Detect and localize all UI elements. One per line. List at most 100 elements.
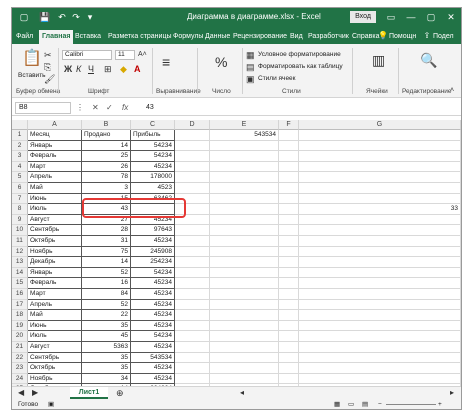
- cell-c10[interactable]: 97643: [131, 225, 175, 236]
- cell-f16[interactable]: [279, 289, 299, 300]
- cell-a3[interactable]: Февраль: [28, 151, 82, 162]
- cell-f23[interactable]: [279, 363, 299, 374]
- add-sheet-icon[interactable]: ⊕: [116, 388, 124, 398]
- cell-g12[interactable]: [299, 246, 461, 258]
- cell-c14[interactable]: 54234: [131, 267, 175, 279]
- cell-d11[interactable]: [175, 236, 210, 247]
- row-header[interactable]: 5: [12, 172, 28, 183]
- tab-assistant[interactable]: Помощн: [389, 30, 416, 44]
- cell-f17[interactable]: [279, 299, 299, 311]
- cell-e1[interactable]: 543534: [210, 130, 279, 141]
- cell-d23[interactable]: [175, 363, 210, 374]
- cell-c20[interactable]: 54234: [131, 331, 175, 342]
- cell-e8[interactable]: [210, 204, 279, 215]
- find-icon[interactable]: 🔍: [420, 52, 437, 68]
- cell-b17[interactable]: 52: [82, 299, 131, 311]
- cell-g6[interactable]: [299, 183, 461, 194]
- cell-b20[interactable]: 45: [82, 331, 131, 342]
- tab-file[interactable]: Файл: [16, 30, 33, 44]
- cell-c4[interactable]: 45234: [131, 161, 175, 173]
- row-header[interactable]: 20: [12, 331, 28, 342]
- cell-a7[interactable]: Июнь: [28, 193, 82, 205]
- cell-e12[interactable]: [210, 246, 279, 258]
- horizontal-scroll-icon[interactable]: ▸: [450, 388, 454, 398]
- cell-e15[interactable]: [210, 278, 279, 289]
- cell-f8[interactable]: [279, 204, 299, 215]
- cell-e20[interactable]: [210, 331, 279, 342]
- fx-icon[interactable]: fx: [122, 103, 128, 113]
- cell-g24[interactable]: [299, 373, 461, 385]
- cell-b24[interactable]: 34: [82, 373, 131, 385]
- cell-b3[interactable]: 25: [82, 151, 131, 162]
- cell-f4[interactable]: [279, 161, 299, 173]
- cell-g1[interactable]: [299, 130, 461, 141]
- cell-f13[interactable]: [279, 257, 299, 268]
- cell-e19[interactable]: [210, 320, 279, 332]
- macro-record-icon[interactable]: ▣: [48, 399, 54, 409]
- cell-e5[interactable]: [210, 172, 279, 183]
- row-header[interactable]: 3: [12, 151, 28, 162]
- cell-c3[interactable]: 54234: [131, 151, 175, 162]
- cell-c24[interactable]: 45234: [131, 373, 175, 385]
- row-header[interactable]: 7: [12, 193, 28, 205]
- cell-e2[interactable]: [210, 140, 279, 152]
- cell-d18[interactable]: [175, 310, 210, 321]
- bold-icon[interactable]: Ж: [64, 64, 72, 74]
- cell-c18[interactable]: 45234: [131, 310, 175, 321]
- cell-e14[interactable]: [210, 267, 279, 279]
- cell-b13[interactable]: 14: [82, 257, 131, 268]
- prev-sheet-icon[interactable]: ◀: [18, 388, 24, 398]
- name-box[interactable]: B8: [15, 102, 71, 114]
- cell-c5[interactable]: 178000: [131, 172, 175, 183]
- conditional-formatting-button[interactable]: Условное форматирование: [258, 51, 341, 58]
- autosave-icon[interactable]: ▢: [18, 11, 30, 23]
- horizontal-scroll-icon[interactable]: ◂: [240, 388, 244, 398]
- cell-a24[interactable]: Ноябрь: [28, 373, 82, 385]
- paste-button[interactable]: Вставить: [18, 72, 46, 79]
- row-header[interactable]: 11: [12, 236, 28, 247]
- cell-b1[interactable]: Продано: [82, 130, 131, 141]
- cell-a11[interactable]: Октябрь: [28, 236, 82, 247]
- cell-d4[interactable]: [175, 161, 210, 173]
- cell-f2[interactable]: [279, 140, 299, 152]
- cell-b10[interactable]: 28: [82, 225, 131, 236]
- cell-c12[interactable]: 245908: [131, 246, 175, 258]
- cell-b23[interactable]: 35: [82, 363, 131, 374]
- cell-e21[interactable]: [210, 342, 279, 353]
- cell-a1[interactable]: Месяц: [28, 130, 82, 141]
- cell-f5[interactable]: [279, 172, 299, 183]
- row-header[interactable]: 13: [12, 257, 28, 268]
- cell-e9[interactable]: [210, 214, 279, 226]
- cell-d16[interactable]: [175, 289, 210, 300]
- tab-review[interactable]: Рецензирование: [233, 30, 287, 44]
- cell-d22[interactable]: [175, 352, 210, 364]
- cell-a14[interactable]: Январь: [28, 267, 82, 279]
- format-as-table-icon[interactable]: ▤: [246, 62, 255, 72]
- cell-b21[interactable]: 5363: [82, 342, 131, 353]
- cell-b6[interactable]: 3: [82, 183, 131, 194]
- cell-g15[interactable]: [299, 278, 461, 289]
- formula-input[interactable]: 43: [146, 104, 154, 111]
- cell-g9[interactable]: [299, 214, 461, 226]
- column-header-a[interactable]: A: [28, 120, 82, 130]
- enter-icon[interactable]: ✓: [106, 103, 113, 113]
- cell-g3[interactable]: [299, 151, 461, 162]
- cell-g4[interactable]: [299, 161, 461, 173]
- undo-icon[interactable]: ↶: [56, 11, 68, 23]
- cell-b11[interactable]: 31: [82, 236, 131, 247]
- cell-e6[interactable]: [210, 183, 279, 194]
- tab-developer[interactable]: Разработчик: [308, 30, 349, 44]
- cell-d21[interactable]: [175, 342, 210, 353]
- cell-e4[interactable]: [210, 161, 279, 173]
- cell-c23[interactable]: 45234: [131, 363, 175, 374]
- format-painter-icon[interactable]: 🖌: [44, 74, 55, 84]
- sheet-tab-1[interactable]: Лист1: [70, 387, 108, 399]
- grow-font-icon[interactable]: A˄: [138, 50, 147, 60]
- alignment-icon[interactable]: ≡: [162, 54, 170, 70]
- cell-c6[interactable]: 4523: [131, 183, 175, 194]
- cell-e18[interactable]: [210, 310, 279, 321]
- cell-a23[interactable]: Октябрь: [28, 363, 82, 374]
- cell-g16[interactable]: [299, 289, 461, 300]
- cell-a8[interactable]: Июль: [28, 204, 82, 215]
- tab-home[interactable]: Главная: [39, 30, 74, 44]
